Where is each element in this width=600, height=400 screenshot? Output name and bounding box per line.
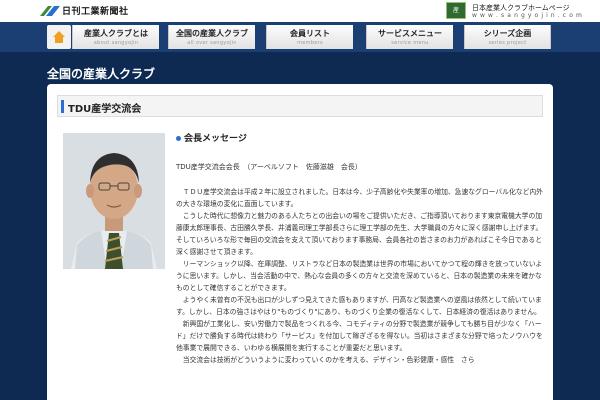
message-paragraph: ＴＤＵ産学交流会は平成２年に設立されました。日本は今、少子高齢化や失業率の増加、… (176, 188, 543, 208)
message-paragraph: こうした時代に想像力と魅力のある人たちとの出会いの場をご提供いただき、ご指導頂い… (176, 212, 543, 256)
nikkan-logo-icon (40, 6, 60, 16)
message-body: ＴＤＵ産学交流会は平成２年に設立されました。日本は今、少子高齢化や失業率の増加、… (176, 186, 546, 366)
message-author: TDU産学交流会会長 （アーベルソフト 佐藤滋雄 会長） (176, 163, 362, 171)
nav-item-series[interactable]: シリーズ企画 series project (464, 25, 551, 49)
message-paragraph: リーマンショック以降、在庫調整、リストラなど日本の製造業は世界の市場においてかつ… (176, 260, 543, 292)
message-heading: 会長メッセージ (176, 131, 247, 144)
section-title: TDU産学交流会 (68, 104, 142, 115)
bullet-icon (176, 136, 181, 141)
chairman-photo (63, 133, 165, 269)
nav-item-services[interactable]: サービスメニュー service menu (366, 25, 453, 49)
section-accent-bar (61, 100, 64, 113)
message-paragraph: 当交流会は技術がどういうように変わっていくのかを考える、デザイン・色彩健康・感性… (176, 356, 475, 364)
brand-name[interactable]: 日刊工業新聞社 (62, 4, 129, 17)
home-icon (53, 31, 65, 43)
nav-item-members[interactable]: 会員リスト members (266, 25, 353, 49)
nav-item-clubs[interactable]: 全国の産業人クラブ all over sangyojin (168, 25, 255, 49)
page-title: 全国の産業人クラブ (47, 67, 156, 81)
portrait-illustration (63, 133, 165, 269)
nav-home-button[interactable] (47, 25, 71, 49)
site-logo-icon[interactable]: 産 (446, 2, 466, 19)
top-header: 日刊工業新聞社 産 日本産業人クラブホームページ w w w . s a n g… (0, 0, 600, 22)
section-header: TDU産学交流会 (57, 95, 543, 117)
message-paragraph: ようやく未曾有の不況も出口が少しずつ見えてきた感もありますが、円高など製造業への… (176, 296, 542, 316)
nav-item-about[interactable]: 産業人クラブとは about sangyojin (72, 25, 159, 49)
site-url: w w w . s a n g y o j i n . c o m (472, 12, 583, 19)
message-paragraph: 新興国が工業化し、安い労働力で製品をつくれる今、コモディティの分野で製造業が競争… (176, 320, 543, 352)
